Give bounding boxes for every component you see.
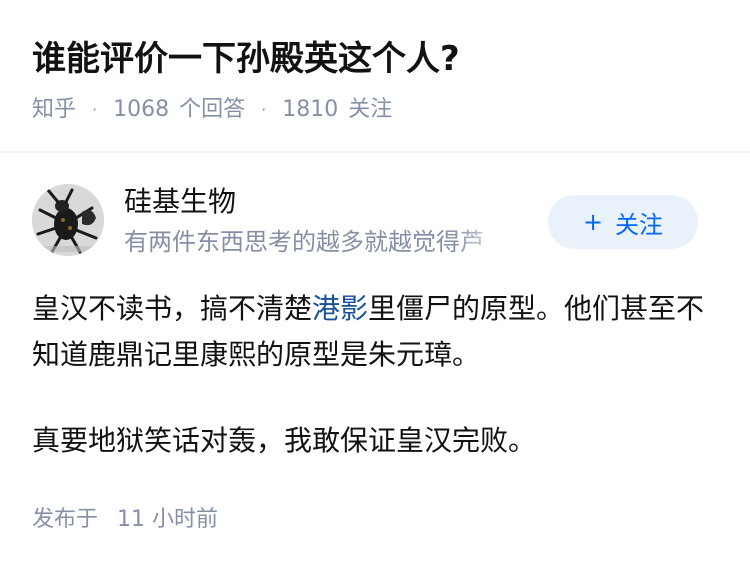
topic-link[interactable]: 港影	[312, 292, 368, 325]
question-header: 谁能评价一下孙殿英这个人? 知乎 · 1068 个回答 · 1810 关注	[0, 0, 750, 151]
follow-button-label: 关注	[615, 210, 664, 239]
separator-dot: ·	[261, 100, 267, 119]
author-card: 硅基生物 有两件东西思考的越多就越觉得芦 + 关注	[0, 153, 750, 273]
follower-count-label: 关注	[348, 97, 393, 122]
answer-count-label: 个回答	[179, 97, 246, 122]
avatar[interactable]	[32, 184, 104, 256]
answer-content: 皇汉不读书，搞不清楚港影里僵尸的原型。他们甚至不知道鹿鼎记里康熙的原型是朱元璋。…	[32, 286, 722, 504]
answer-count: 1068	[113, 97, 170, 122]
author-name[interactable]: 硅基生物	[124, 183, 236, 221]
question-meta: 知乎 · 1068 个回答 · 1810 关注	[32, 94, 392, 126]
answer-paragraph: 皇汉不读书，搞不清楚港影里僵尸的原型。他们甚至不知道鹿鼎记里康熙的原型是朱元璋。	[32, 286, 722, 378]
answer-footer: 发布于 11 小时前	[32, 504, 218, 536]
question-title[interactable]: 谁能评价一下孙殿英这个人?	[32, 36, 460, 82]
answer-text: 皇汉不读书，搞不清楚	[32, 292, 313, 325]
published-label: 发布于	[32, 507, 99, 532]
author-bio: 有两件东西思考的越多就越觉得芦	[124, 225, 514, 259]
published-time: 11 小时前	[117, 507, 219, 532]
answer-paragraph: 真要地狱笑话对轰，我敢保证皇汉完败。	[32, 424, 537, 457]
insect-icon	[32, 184, 104, 256]
follow-button[interactable]: + 关注	[548, 195, 698, 249]
separator-dot: ·	[92, 100, 98, 119]
source-label[interactable]: 知乎	[32, 94, 76, 126]
plus-icon: +	[582, 208, 604, 236]
follower-count: 1810	[282, 97, 339, 122]
